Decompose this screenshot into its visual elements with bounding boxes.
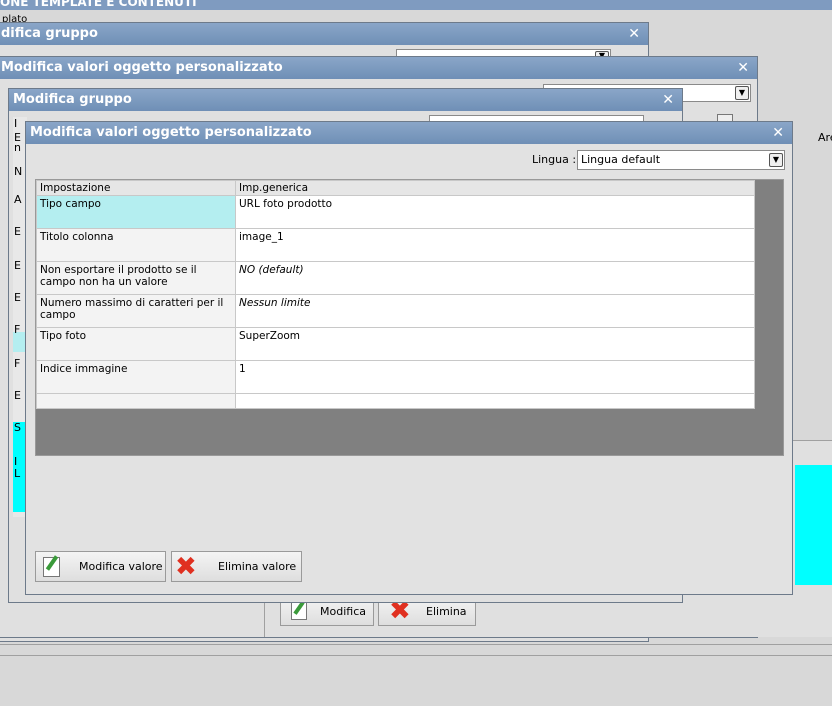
left-letter: E — [14, 389, 21, 402]
table-row[interactable]: Titolo colonna image_1 — [36, 228, 755, 262]
settings-table: Impostazione Imp.generica Tipo campo URL… — [36, 180, 755, 409]
edit-value-button[interactable]: Modifica valore — [35, 551, 166, 582]
value-cell[interactable] — [235, 393, 755, 409]
back-custom-close-icon[interactable]: ✕ — [737, 57, 749, 79]
column-header[interactable]: Impostazione — [36, 180, 236, 196]
background-cyan-panel — [795, 465, 832, 585]
custom-values-titlebar[interactable]: Modifica valori oggetto personalizzato ✕ — [26, 122, 792, 144]
custom-values-dialog: Modifica valori oggetto personalizzato ✕… — [25, 121, 793, 595]
left-letter: N — [14, 165, 23, 178]
back-group-titlebar[interactable]: difica gruppo ✕ — [0, 23, 648, 45]
language-select[interactable]: Lingua default ▼ — [577, 150, 785, 170]
setting-cell[interactable] — [36, 393, 236, 409]
edit-value-label: Modifica valore — [79, 560, 163, 573]
background-right-label: Are — [818, 131, 832, 144]
language-label: Lingua : — [532, 153, 577, 166]
left-letter: S — [14, 421, 21, 434]
delete-value-label: Elimina valore — [218, 560, 297, 573]
value-cell[interactable]: URL foto prodotto — [235, 195, 755, 229]
left-letter: E — [14, 259, 21, 272]
delete-value-button[interactable]: ✖ Elimina valore — [171, 551, 302, 582]
column-header[interactable]: Imp.generica — [235, 180, 755, 196]
grid-area: Impostazione Imp.generica Tipo campo URL… — [35, 179, 784, 456]
table-row[interactable]: Tipo foto SuperZoom — [36, 327, 755, 361]
pencil-icon — [43, 555, 60, 577]
chevron-down-icon[interactable]: ▼ — [769, 153, 783, 167]
setting-cell[interactable]: Non esportare il prodotto se il campo no… — [36, 261, 236, 295]
left-letter: F — [14, 323, 21, 336]
delete-cross-icon: ✖ — [175, 552, 197, 582]
back-group-close-icon[interactable]: ✕ — [628, 23, 640, 45]
left-letter: n — [14, 141, 21, 154]
value-cell[interactable]: image_1 — [235, 228, 755, 262]
left-letter: E — [14, 225, 21, 238]
table-row[interactable]: Non esportare il prodotto se il campo no… — [36, 261, 755, 295]
mid-group-titlebar[interactable]: Modifica gruppo ✕ — [9, 89, 682, 111]
table-row[interactable]: Tipo campo URL foto prodotto — [36, 195, 755, 229]
mid-group-close-icon[interactable]: ✕ — [662, 89, 674, 111]
top-header-bar: ONE TEMPLATE E CONTENUTI — [0, 0, 832, 10]
value-cell[interactable]: NO (default) — [235, 261, 755, 295]
custom-values-title: Modifica valori oggetto personalizzato — [30, 125, 312, 140]
value-cell[interactable]: SuperZoom — [235, 327, 755, 361]
setting-cell[interactable]: Numero massimo di caratteri per il campo — [36, 294, 236, 328]
table-header-row: Impostazione Imp.generica — [36, 180, 755, 196]
setting-cell[interactable]: Tipo campo — [36, 195, 236, 229]
back-custom-title: Modifica valori oggetto personalizzato — [1, 60, 283, 75]
setting-cell[interactable]: Tipo foto — [36, 327, 236, 361]
pencil-icon — [291, 601, 307, 620]
chevron-down-icon[interactable]: ▼ — [735, 86, 749, 100]
back-group-title: difica gruppo — [1, 26, 98, 41]
setting-cell[interactable]: Indice immagine — [36, 360, 236, 394]
bottom-divider — [0, 644, 832, 656]
custom-values-close-icon[interactable]: ✕ — [772, 122, 784, 144]
left-letter: F — [14, 357, 21, 370]
left-letter: L — [14, 467, 21, 480]
mid-group-title: Modifica gruppo — [13, 92, 132, 107]
value-cell[interactable]: Nessun limite — [235, 294, 755, 328]
value-cell[interactable]: 1 — [235, 360, 755, 394]
language-selected-value: Lingua default — [581, 153, 661, 166]
top-header-title: ONE TEMPLATE E CONTENUTI — [0, 0, 197, 9]
setting-cell[interactable]: Titolo colonna — [36, 228, 236, 262]
left-letter: E — [14, 291, 21, 304]
table-row[interactable]: Indice immagine 1 — [36, 360, 755, 394]
back-custom-titlebar[interactable]: Modifica valori oggetto personalizzato ✕ — [0, 57, 757, 79]
table-row[interactable]: Numero massimo di caratteri per il campo… — [36, 294, 755, 328]
table-row[interactable] — [36, 393, 755, 409]
left-letter: A — [14, 193, 22, 206]
left-letter: I — [14, 117, 18, 130]
